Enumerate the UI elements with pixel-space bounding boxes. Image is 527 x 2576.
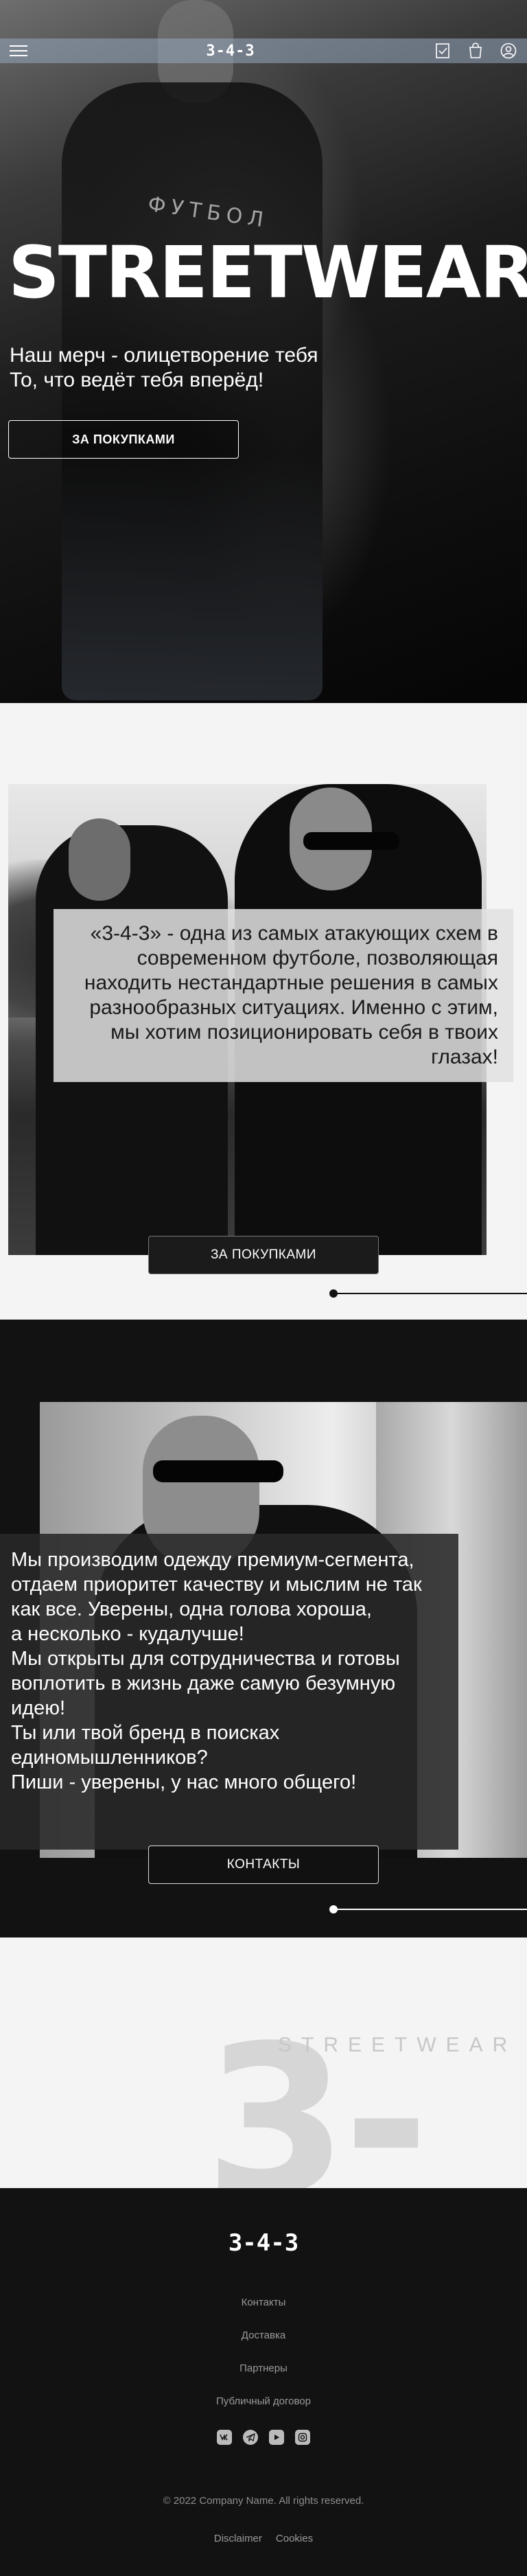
footer: 3-4-3 Контакты Доставка Партнеры Публичн… [0,2188,527,2576]
disclaimer-link[interactable]: Disclaimer [214,2533,262,2544]
cooperation-line: Ты или твой бренд в поисках единомышленн… [11,1722,280,1769]
vk-icon[interactable] [217,2430,232,2445]
footer-link-contacts[interactable]: Контакты [0,2297,527,2308]
cooperation-text: Мы производим одежду премиум-сегмента, о… [0,1534,458,1850]
slider-track[interactable] [333,1909,527,1910]
cooperation-line: Пиши - уверены, у нас много общего! [11,1771,357,1793]
about-text: «3-4-3» - одна из самых атакующих схем в… [54,909,513,1082]
youtube-icon[interactable] [269,2430,284,2445]
footer-link-partners[interactable]: Партнеры [0,2362,527,2374]
site-logo[interactable]: 3-4-3 [206,43,255,60]
hamburger-menu-icon[interactable] [10,42,27,60]
person-left-head [69,818,130,901]
sunglasses [303,832,399,850]
hero-subtitle: Наш мерч - олицетворение тебя То, что ве… [10,343,394,393]
hero-subtitle-line2: То, что ведёт тебя вперёд! [10,369,264,391]
brand-mark-section: 3-4-3 STREETWEAR [0,1937,527,2188]
sunglasses [153,1460,283,1482]
cooperation-line: Мы открыты для сотрудничества и готовы в… [11,1648,400,1719]
footer-link-public-offer[interactable]: Публичный договор [0,2395,527,2407]
about-section: «3-4-3» - одна из самых атакующих схем в… [0,703,527,1320]
shop-button-secondary[interactable]: ЗА ПОКУПКАМИ [148,1236,379,1274]
slider-track[interactable] [333,1293,527,1294]
legal-links: Disclaimer Cookies [0,2533,527,2544]
footer-logo[interactable]: 3-4-3 [0,2229,527,2257]
contacts-button[interactable]: КОНТАКТЫ [148,1845,379,1884]
hero-title: STREETWEAR [8,231,527,314]
cooperation-line: Мы производим одежду премиум-сегмента, о… [11,1549,422,1620]
social-links [0,2430,527,2445]
hero-section: ФУТБОЛ STREETWEAR Наш мерч - олицетворен… [0,0,527,703]
top-navbar: 3-4-3 [0,38,527,63]
cooperation-line: а несколько - кудалучше! [11,1623,244,1645]
telegram-icon[interactable] [243,2430,258,2445]
checklist-icon[interactable] [434,42,452,60]
user-icon[interactable] [500,42,517,60]
shop-button[interactable]: ЗА ПОКУПКАМИ [8,420,239,459]
brand-word: STREETWEAR [278,2034,517,2056]
copyright: © 2022 Company Name. All rights reserved… [163,2495,364,2507]
hero-subtitle-line1: Наш мерч - олицетворение тебя [10,344,318,367]
cookies-link[interactable]: Cookies [276,2533,313,2544]
cart-icon[interactable] [467,42,484,60]
instagram-icon[interactable] [295,2430,310,2445]
cooperation-section: Мы производим одежду премиум-сегмента, о… [0,1320,527,1937]
footer-link-delivery[interactable]: Доставка [0,2330,527,2341]
